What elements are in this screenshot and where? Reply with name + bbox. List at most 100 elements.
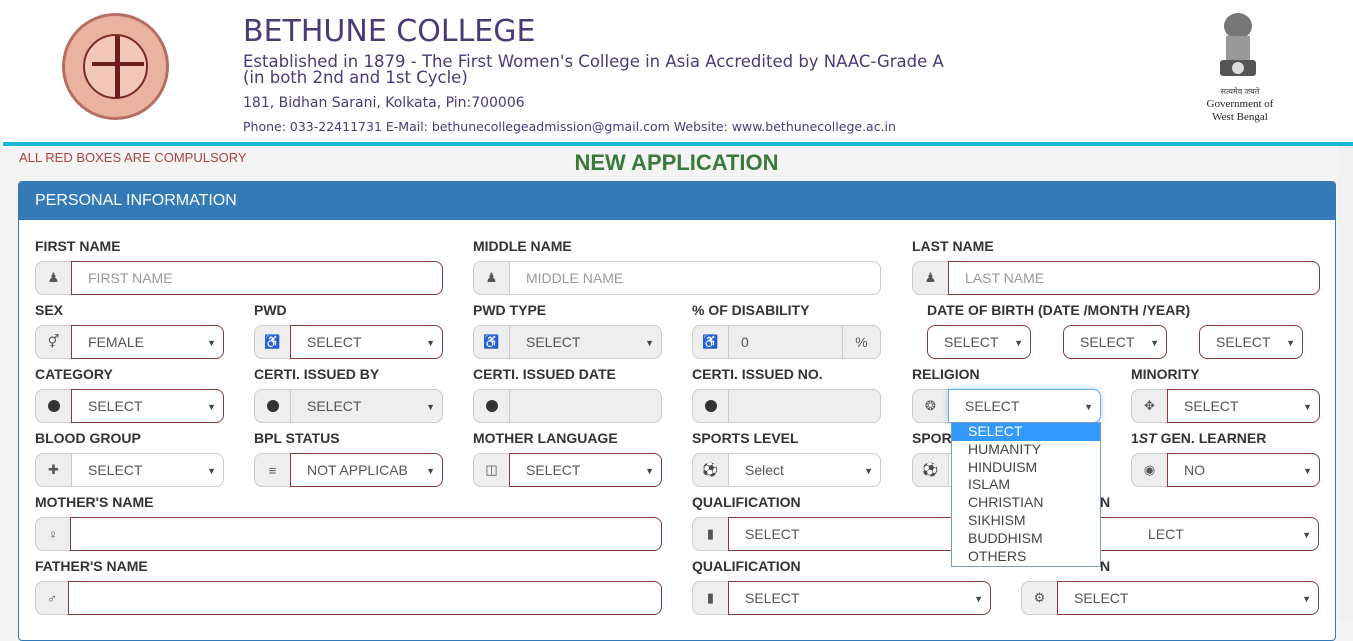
chevron-down-icon: ▼ — [645, 338, 654, 348]
wheelchair-icon: ♿ — [473, 325, 509, 359]
panel-title: PERSONAL INFORMATION — [19, 182, 1335, 220]
religion-option[interactable]: ISLAM — [952, 476, 1100, 494]
blood-group-select[interactable]: SELECT ▼ — [71, 453, 224, 487]
certi-issued-date-input[interactable] — [509, 389, 662, 423]
mother-name-label: MOTHER'S NAME — [35, 494, 154, 510]
gender-icon: ⚥ — [35, 325, 71, 359]
college-title: BETHUNE COLLEGE — [243, 14, 536, 49]
college-subtitle: Established in 1879 - The First Women's … — [243, 52, 944, 87]
religion-option[interactable]: CHRISTIAN — [952, 494, 1100, 512]
dob-year-select[interactable]: SELECT ▼ — [1199, 325, 1303, 359]
mother-name-input[interactable] — [70, 517, 662, 551]
wheelchair-active-icon: ♿ — [692, 325, 728, 359]
dob-date-select[interactable]: SELECT ▼ — [927, 325, 1031, 359]
page-scrollbar[interactable] — [1338, 146, 1353, 620]
male-icon: ♂ — [35, 581, 68, 615]
circle-icon — [254, 389, 290, 423]
chevron-down-icon: ▼ — [426, 466, 435, 476]
chevron-down-icon: ▼ — [426, 402, 435, 412]
disability-input[interactable]: 0 — [728, 325, 843, 359]
percent-suffix: % — [843, 325, 881, 359]
pwd-type-select[interactable]: SELECT ▼ — [509, 325, 662, 359]
dob-month-select[interactable]: SELECT ▼ — [1063, 325, 1167, 359]
chevron-down-icon: ▼ — [1302, 530, 1311, 540]
chevron-down-icon: ▼ — [1303, 402, 1312, 412]
chevron-down-icon: ▼ — [207, 466, 216, 476]
page-header: BETHUNE COLLEGE Established in 1879 - Th… — [0, 0, 1353, 142]
bpl-status-select[interactable]: NOT APPLICAB ▼ — [290, 453, 443, 487]
certi-issued-by-select[interactable]: SELECT ▼ — [290, 389, 443, 423]
category-select[interactable]: SELECT ▼ — [71, 389, 224, 423]
globe-icon: ◉ — [1131, 453, 1167, 487]
wheelchair-icon: ♿ — [254, 325, 290, 359]
chevron-down-icon: ▼ — [864, 466, 873, 476]
sports-level-select[interactable]: Select ▼ — [728, 453, 881, 487]
book-icon: ▮ — [692, 517, 728, 551]
certi-issued-no-label: CERTI. ISSUED NO. — [692, 366, 823, 382]
father-qualification-label: QUALIFICATION — [692, 558, 801, 574]
sex-label: SEX — [35, 302, 64, 318]
certi-issued-date-label: CERTI. ISSUED DATE — [473, 366, 616, 382]
chevron-down-icon: ▼ — [1302, 594, 1311, 604]
father-qualification-select[interactable]: SELECT ▼ — [728, 581, 991, 615]
last-name-input[interactable]: LAST NAME — [948, 261, 1320, 295]
first-gen-select[interactable]: NO ▼ — [1167, 453, 1320, 487]
father-name-label: FATHER'S NAME — [35, 558, 148, 574]
page-title: NEW APPLICATION — [574, 150, 779, 175]
mother-qualification-label: QUALIFICATION — [692, 494, 801, 510]
pwd-type-label: PWD TYPE — [473, 302, 547, 318]
ashoka-emblem-icon — [1220, 13, 1256, 76]
minority-select[interactable]: SELECT ▼ — [1167, 389, 1320, 423]
religion-option[interactable]: SELECT — [952, 423, 1100, 441]
pwd-select[interactable]: SELECT ▼ — [290, 325, 443, 359]
religion-select[interactable]: SELECT ▼ — [948, 389, 1101, 423]
religion-icon: ❂ — [912, 389, 948, 423]
user-icon: ♟ — [912, 261, 948, 295]
father-occupation-select[interactable]: SELECT ▼ — [1057, 581, 1319, 615]
first-name-label: FIRST NAME — [35, 238, 121, 254]
medkit-icon: ✚ — [35, 453, 71, 487]
female-icon: ♀ — [35, 517, 70, 551]
sex-select[interactable]: FEMALE ▼ — [71, 325, 224, 359]
religion-dropdown-list[interactable]: SELECT HUMANITY HINDUISM ISLAM CHRISTIAN… — [951, 422, 1101, 567]
user-icon: ♟ — [473, 261, 509, 295]
gov-label: सत्यमेव जयते Government of West Bengal — [1206, 87, 1274, 123]
move-icon: ✥ — [1131, 389, 1167, 423]
certi-issued-no-input[interactable] — [728, 389, 881, 423]
bpl-status-label: BPL STATUS — [254, 430, 340, 446]
religion-option[interactable]: HUMANITY — [952, 441, 1100, 459]
first-name-input[interactable]: FIRST NAME — [71, 261, 443, 295]
middle-name-label: MIDDLE NAME — [473, 238, 572, 254]
sports-level-label: SPORTS LEVEL — [692, 430, 799, 446]
chevron-down-icon: ▼ — [207, 402, 216, 412]
first-gen-label: 1ST GEN. LEARNER — [1131, 430, 1267, 446]
language-icon: ◫ — [473, 453, 509, 487]
religion-option[interactable]: OTHERS — [952, 548, 1100, 566]
father-occupation-label: N — [1100, 558, 1111, 574]
religion-option[interactable]: SIKHISM — [952, 512, 1100, 530]
mother-language-label: MOTHER LANGUAGE — [473, 430, 618, 446]
sports-label: SPOR — [912, 430, 952, 446]
middle-name-input[interactable]: MIDDLE NAME — [509, 261, 881, 295]
circle-icon — [35, 389, 71, 423]
chevron-down-icon: ▼ — [1303, 466, 1312, 476]
soccer-ball-icon: ⚽ — [692, 453, 728, 487]
book-icon: ▮ — [692, 581, 728, 615]
list-icon: ≡ — [254, 453, 290, 487]
certi-issued-by-label: CERTI. ISSUED BY — [254, 366, 380, 382]
last-name-label: LAST NAME — [912, 238, 994, 254]
father-name-input[interactable] — [68, 581, 662, 615]
chevron-down-icon: ▼ — [1286, 338, 1295, 348]
disability-label: % OF DISABILITY — [692, 302, 810, 318]
chevron-down-icon: ▼ — [1084, 402, 1093, 412]
religion-option[interactable]: BUDDHISM — [952, 530, 1100, 548]
chevron-down-icon: ▼ — [426, 338, 435, 348]
circle-icon — [692, 389, 728, 423]
religion-label: RELIGION — [912, 366, 980, 382]
college-contact: Phone: 033-22411731 E-Mail: bethunecolle… — [243, 119, 896, 134]
minority-label: MINORITY — [1131, 366, 1200, 382]
religion-option[interactable]: HINDUISM — [952, 459, 1100, 477]
mother-language-select[interactable]: SELECT ▼ — [509, 453, 662, 487]
college-logo — [62, 13, 169, 120]
header-divider — [3, 142, 1353, 146]
